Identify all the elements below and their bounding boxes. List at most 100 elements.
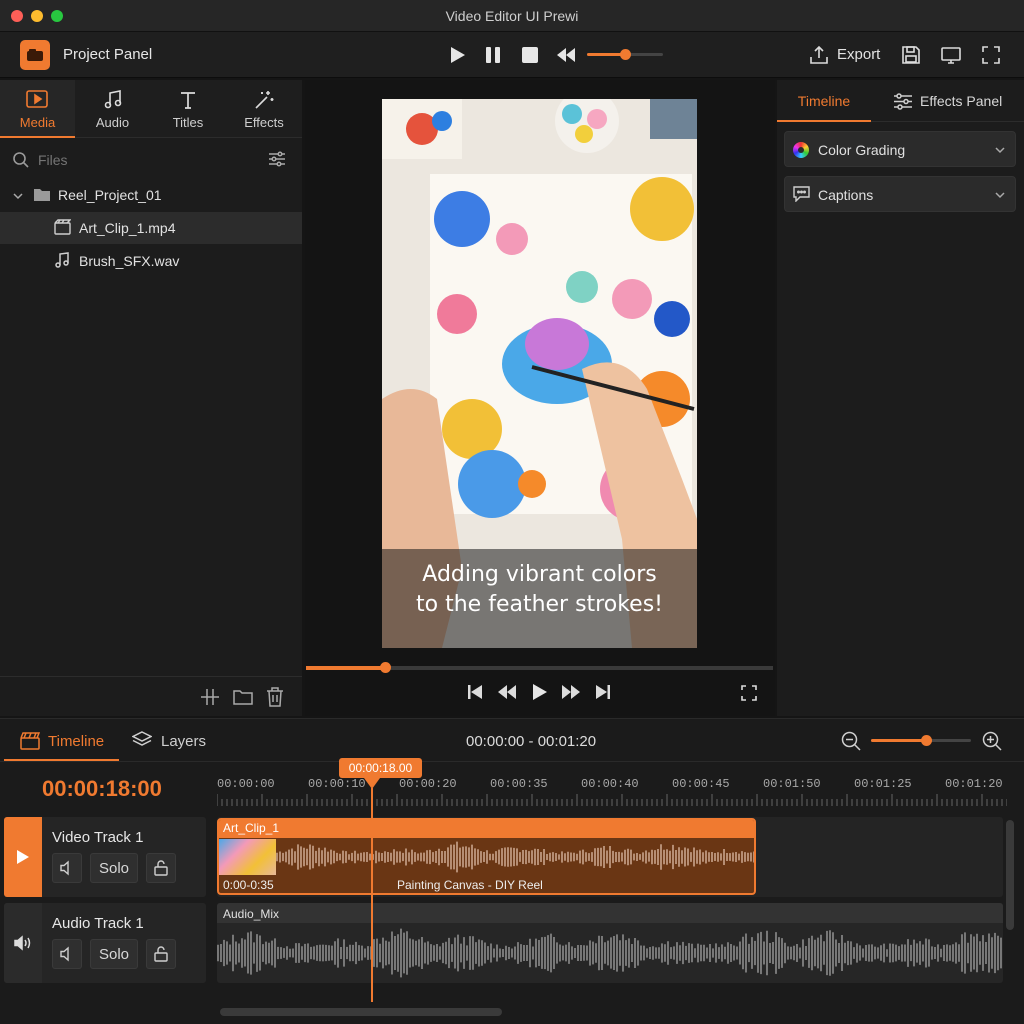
ruler-label: 00:00:20	[399, 777, 457, 791]
zoom-slider[interactable]	[871, 735, 971, 746]
clip-name: Art_Clip_1	[223, 821, 280, 835]
speaker-icon	[60, 860, 69, 876]
volume-icon[interactable]	[4, 903, 42, 983]
clip-range: 0:00-0:35	[223, 878, 274, 892]
tab-media[interactable]: Media	[0, 80, 75, 138]
volume-slider[interactable]	[587, 49, 663, 60]
filter-icon[interactable]	[268, 151, 286, 167]
video-track-name: Video Track 1	[52, 829, 144, 846]
stop-icon[interactable]	[519, 44, 541, 66]
preview-scrubber-handle[interactable]	[380, 662, 392, 673]
pause-icon[interactable]	[482, 44, 504, 66]
video-track-header: Video Track 1 Solo	[4, 817, 206, 897]
speech-bubble-icon	[793, 186, 810, 202]
color-grading-label: Color Grading	[818, 142, 906, 158]
file-brush-sfx[interactable]: Brush_SFX.wav	[79, 253, 179, 269]
monitor-icon[interactable]	[940, 44, 962, 66]
ruler-label: 00:00:00	[217, 777, 275, 791]
video-file-icon	[54, 219, 71, 235]
export-icon[interactable]	[808, 44, 830, 66]
chevron-down-icon[interactable]	[12, 191, 24, 201]
timeline-divider	[0, 761, 1024, 762]
files-search-input[interactable]	[38, 148, 238, 172]
skip-forward-icon[interactable]	[595, 684, 611, 700]
captions-dropdown[interactable]: Captions	[784, 176, 1016, 212]
ruler-label: 00:01:20	[945, 777, 1003, 791]
skip-back-icon[interactable]	[467, 684, 483, 700]
audio-clip-name: Audio_Mix	[223, 907, 280, 921]
ruler-ticks	[217, 794, 1007, 806]
mute-button[interactable]	[52, 939, 82, 969]
audio-clip[interactable]: Audio_Mix	[217, 903, 1003, 983]
clip-title: Painting Canvas - DIY Reel	[397, 878, 543, 892]
tab-timeline[interactable]: Timeline	[4, 721, 119, 761]
ruler-label: 00:00:10	[308, 777, 366, 791]
preview-fullscreen-icon[interactable]	[741, 685, 757, 701]
tab-layers[interactable]: Layers	[161, 733, 206, 750]
video-clip[interactable]: Art_Clip_1 0:00-0:35 Painting Canvas - D…	[217, 818, 756, 895]
color-grading-dropdown[interactable]: Color Grading	[784, 131, 1016, 167]
ruler-label: 00:00:45	[672, 777, 730, 791]
split-icon[interactable]	[200, 688, 220, 706]
tab-audio-label: Audio	[95, 115, 130, 130]
zoom-in-icon[interactable]	[982, 731, 1002, 751]
media-panel: Media Audio Titles Effects Files Reel_Pr…	[0, 80, 302, 716]
play-icon[interactable]	[447, 44, 469, 66]
chevron-down-icon	[994, 190, 1006, 200]
playhead-line[interactable]	[371, 788, 373, 1002]
zoom-out-icon[interactable]	[841, 731, 861, 751]
vertical-scrollbar[interactable]	[1006, 820, 1014, 930]
tab-titles[interactable]: Titles	[150, 80, 226, 138]
lock-button[interactable]	[146, 939, 176, 969]
ruler-label: 00:00:35	[490, 777, 548, 791]
tab-effects[interactable]: Effects	[226, 80, 302, 138]
volume-handle[interactable]	[620, 49, 631, 60]
project-panel-label[interactable]: Project Panel	[63, 46, 152, 63]
clip-thumbnail	[219, 839, 276, 875]
tab-audio[interactable]: Audio	[75, 80, 150, 138]
ruler-label: 00:01:25	[854, 777, 912, 791]
current-timecode: 00:00:18:00	[42, 776, 162, 801]
export-button[interactable]: Export	[837, 46, 880, 63]
preview-panel: Adding vibrant colors to the feather str…	[305, 80, 775, 716]
fullscreen-icon[interactable]	[980, 44, 1002, 66]
audio-waveform	[217, 928, 1002, 978]
lock-button[interactable]	[146, 853, 176, 883]
fast-forward-icon[interactable]	[561, 684, 581, 700]
layers-icon	[132, 731, 152, 749]
trash-icon[interactable]	[266, 687, 284, 707]
ruler-label: 00:01:50	[763, 777, 821, 791]
app-logo-icon	[20, 40, 50, 70]
horizontal-scrollbar[interactable]	[220, 1008, 502, 1016]
preview-scrubber[interactable]	[306, 662, 773, 673]
solo-button[interactable]: Solo	[90, 939, 138, 969]
clip-waveform	[276, 841, 754, 873]
caption-line-1: Adding vibrant colors	[422, 562, 657, 587]
zoom-fill	[871, 739, 926, 742]
main-toolbar: Project Panel Export	[0, 32, 1024, 78]
tab-titles-label: Titles	[172, 115, 204, 130]
lock-icon	[154, 860, 168, 876]
track-play-icon[interactable]	[4, 817, 42, 897]
chevron-down-icon	[994, 145, 1006, 155]
search-icon	[12, 151, 30, 169]
tab-timeline-right[interactable]: Timeline	[777, 80, 871, 122]
save-icon[interactable]	[900, 44, 922, 66]
title-bar: Video Editor UI Prewi	[0, 0, 1024, 32]
file-art-clip[interactable]: Art_Clip_1.mp4	[79, 220, 176, 236]
folder-icon	[33, 187, 51, 202]
tab-effects-panel[interactable]: Effects Panel	[920, 93, 1002, 109]
panel-divider	[0, 676, 302, 677]
music-note-icon	[103, 90, 123, 110]
tab-timeline-right-label: Timeline	[797, 93, 851, 109]
preview-play-icon[interactable]	[532, 683, 548, 701]
playhead-label[interactable]: 00:00:18.00	[339, 758, 422, 778]
solo-button[interactable]: Solo	[90, 853, 138, 883]
rewind-icon[interactable]	[554, 44, 578, 66]
folder-reel-project[interactable]: Reel_Project_01	[58, 187, 162, 203]
new-folder-icon[interactable]	[233, 689, 253, 705]
mute-button[interactable]	[52, 853, 82, 883]
rewind-small-icon[interactable]	[497, 684, 517, 700]
zoom-handle[interactable]	[921, 735, 932, 746]
preview-progress-fill	[306, 666, 386, 670]
